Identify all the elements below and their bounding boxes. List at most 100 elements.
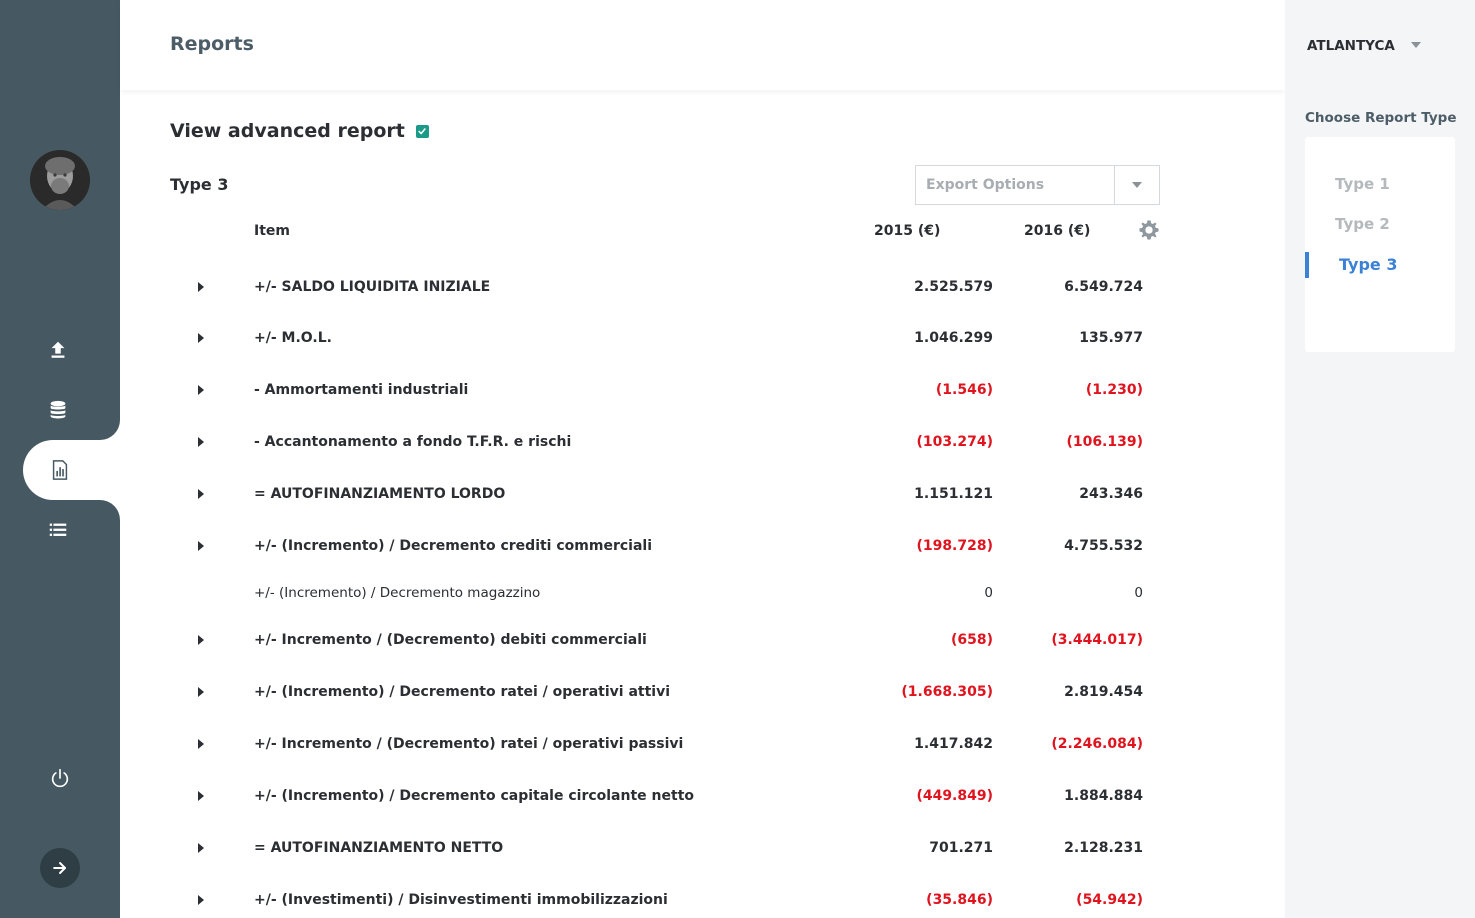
page-title: Reports <box>170 33 254 55</box>
column-header-item: Item <box>254 223 290 239</box>
row-label: +/- SALDO LIQUIDITA INIZIALE <box>254 279 491 295</box>
row-label: +/- (Incremento) / Decremento crediti co… <box>254 538 652 554</box>
row-label: +/- Incremento / (Decremento) ratei / op… <box>254 736 684 752</box>
nav-reports[interactable] <box>23 440 120 500</box>
table-row[interactable]: +/- (Incremento) / Decremento crediti co… <box>120 531 1285 561</box>
caret-right-icon[interactable] <box>197 333 205 343</box>
row-value-2015: (1.546) <box>935 382 993 398</box>
row-value-2016: 1.884.884 <box>1064 788 1143 804</box>
nav-upload[interactable] <box>0 320 120 380</box>
upload-icon <box>51 341 65 358</box>
row-value-2015: (198.728) <box>916 538 993 554</box>
row-value-2015: (1.668.305) <box>901 684 993 700</box>
header: Reports <box>120 0 1285 90</box>
table-row[interactable]: +/- (Investimenti) / Disinvestimenti imm… <box>120 885 1285 915</box>
row-value-2015: 2.525.579 <box>914 279 993 295</box>
chevron-down-icon[interactable] <box>1411 42 1421 48</box>
caret-right-icon[interactable] <box>197 541 205 551</box>
table-row[interactable]: - Ammortamenti industriali (1.546) (1.230) <box>120 375 1285 405</box>
export-options-select[interactable]: Export Options <box>915 165 1160 205</box>
row-value-2016: 0 <box>1134 585 1143 601</box>
column-header-2015[interactable]: 2015 (€) <box>874 223 940 239</box>
nav-list[interactable] <box>0 500 120 560</box>
row-label: +/- (Incremento) / Decremento ratei / op… <box>254 684 671 700</box>
report-type-2[interactable]: Type 2 <box>1335 215 1390 233</box>
nav-active-curve-top <box>100 420 120 440</box>
selected-indicator <box>1305 252 1309 278</box>
logout-button[interactable] <box>40 758 80 798</box>
caret-right-icon[interactable] <box>197 843 205 853</box>
row-value-2015: 1.151.121 <box>914 486 993 502</box>
row-value-2015: 1.417.842 <box>914 736 993 752</box>
caret-right-icon[interactable] <box>197 437 205 447</box>
export-options-placeholder: Export Options <box>926 177 1045 193</box>
row-value-2015: 701.271 <box>929 840 993 856</box>
row-label: +/- Incremento / (Decremento) debiti com… <box>254 632 647 648</box>
row-value-2016: 2.128.231 <box>1064 840 1143 856</box>
caret-right-icon[interactable] <box>197 282 205 292</box>
row-value-2016: 135.977 <box>1079 330 1143 346</box>
list-icon <box>49 523 67 536</box>
sidebar <box>0 0 120 918</box>
row-label: = AUTOFINANZIAMENTO LORDO <box>254 486 506 502</box>
table-row[interactable]: +/- M.O.L. 1.046.299 135.977 <box>120 323 1285 353</box>
report-type-3[interactable]: Type 3 <box>1339 255 1397 274</box>
main-content: Reports View advanced report Type 3 Expo… <box>120 0 1285 918</box>
arrow-right-icon <box>53 862 66 874</box>
row-value-2016: (3.444.017) <box>1051 632 1143 648</box>
caret-right-icon[interactable] <box>197 489 205 499</box>
row-value-2016: (106.139) <box>1066 434 1143 450</box>
advanced-report-checkbox[interactable] <box>415 124 429 138</box>
row-value-2015: (35.846) <box>926 892 993 908</box>
row-label: +/- (Incremento) / Decremento magazzino <box>254 585 541 601</box>
caret-right-icon[interactable] <box>197 635 205 645</box>
expand-sidebar-button[interactable] <box>40 848 80 888</box>
table-row: +/- (Incremento) / Decremento magazzino 0… <box>120 578 1285 608</box>
power-icon <box>51 768 69 788</box>
checkmark-icon <box>418 128 427 135</box>
table-row[interactable]: +/- Incremento / (Decremento) ratei / op… <box>120 729 1285 759</box>
table-row[interactable]: - Accantonamento a fondo T.F.R. e rischi… <box>120 427 1285 457</box>
row-value-2016: (1.230) <box>1085 382 1143 398</box>
caret-right-icon[interactable] <box>197 687 205 697</box>
export-dropdown-toggle[interactable] <box>1114 166 1159 204</box>
row-label: +/- (Investimenti) / Disinvestimenti imm… <box>254 892 668 908</box>
table-row[interactable]: +/- (Incremento) / Decremento capitale c… <box>120 781 1285 811</box>
row-label: = AUTOFINANZIAMENTO NETTO <box>254 840 504 856</box>
row-label: +/- (Incremento) / Decremento capitale c… <box>254 788 695 804</box>
user-menu[interactable]: ATLANTYCA <box>1285 0 1475 90</box>
avatar-bust-image <box>30 150 90 210</box>
row-value-2016: 2.819.454 <box>1064 684 1143 700</box>
table-row[interactable]: = AUTOFINANZIAMENTO NETTO 701.271 2.128.23… <box>120 833 1285 863</box>
report-type-title: Type 3 <box>170 175 229 194</box>
row-label: +/- M.O.L. <box>254 330 332 346</box>
advanced-report-toggle[interactable]: View advanced report <box>170 120 429 142</box>
chevron-down-icon <box>1132 182 1142 188</box>
caret-right-icon[interactable] <box>197 385 205 395</box>
caret-right-icon[interactable] <box>197 895 205 905</box>
caret-right-icon[interactable] <box>197 739 205 749</box>
row-label: - Accantonamento a fondo T.F.R. e rischi <box>254 434 572 450</box>
right-panel: ATLANTYCA Choose Report Type Type 1 Type… <box>1285 0 1475 918</box>
row-value-2016: (2.246.084) <box>1051 736 1143 752</box>
row-value-2015: (658) <box>950 632 993 648</box>
caret-right-icon[interactable] <box>197 791 205 801</box>
row-label: - Ammortamenti industriali <box>254 382 469 398</box>
row-value-2016: (54.942) <box>1076 892 1143 908</box>
table-row[interactable]: +/- Incremento / (Decremento) debiti com… <box>120 625 1285 655</box>
column-header-2016[interactable]: 2016 (€) <box>1024 223 1090 239</box>
avatar[interactable] <box>30 150 90 210</box>
table-row[interactable]: +/- SALDO LIQUIDITA INIZIALE 2.525.579 6.5… <box>120 272 1285 302</box>
gear-icon[interactable] <box>1138 219 1160 241</box>
advanced-report-label: View advanced report <box>170 120 405 142</box>
row-value-2016: 243.346 <box>1079 486 1143 502</box>
row-value-2015: 1.046.299 <box>914 330 993 346</box>
row-value-2015: 0 <box>984 585 993 601</box>
report-type-list: Type 1 Type 2 Type 3 <box>1305 137 1455 352</box>
row-value-2016: 4.755.532 <box>1064 538 1143 554</box>
table-row[interactable]: = AUTOFINANZIAMENTO LORDO 1.151.121 243.34… <box>120 479 1285 509</box>
row-value-2015: (103.274) <box>916 434 993 450</box>
table-row[interactable]: +/- (Incremento) / Decremento ratei / op… <box>120 677 1285 707</box>
report-type-1[interactable]: Type 1 <box>1335 175 1390 193</box>
row-value-2016: 6.549.724 <box>1064 279 1143 295</box>
